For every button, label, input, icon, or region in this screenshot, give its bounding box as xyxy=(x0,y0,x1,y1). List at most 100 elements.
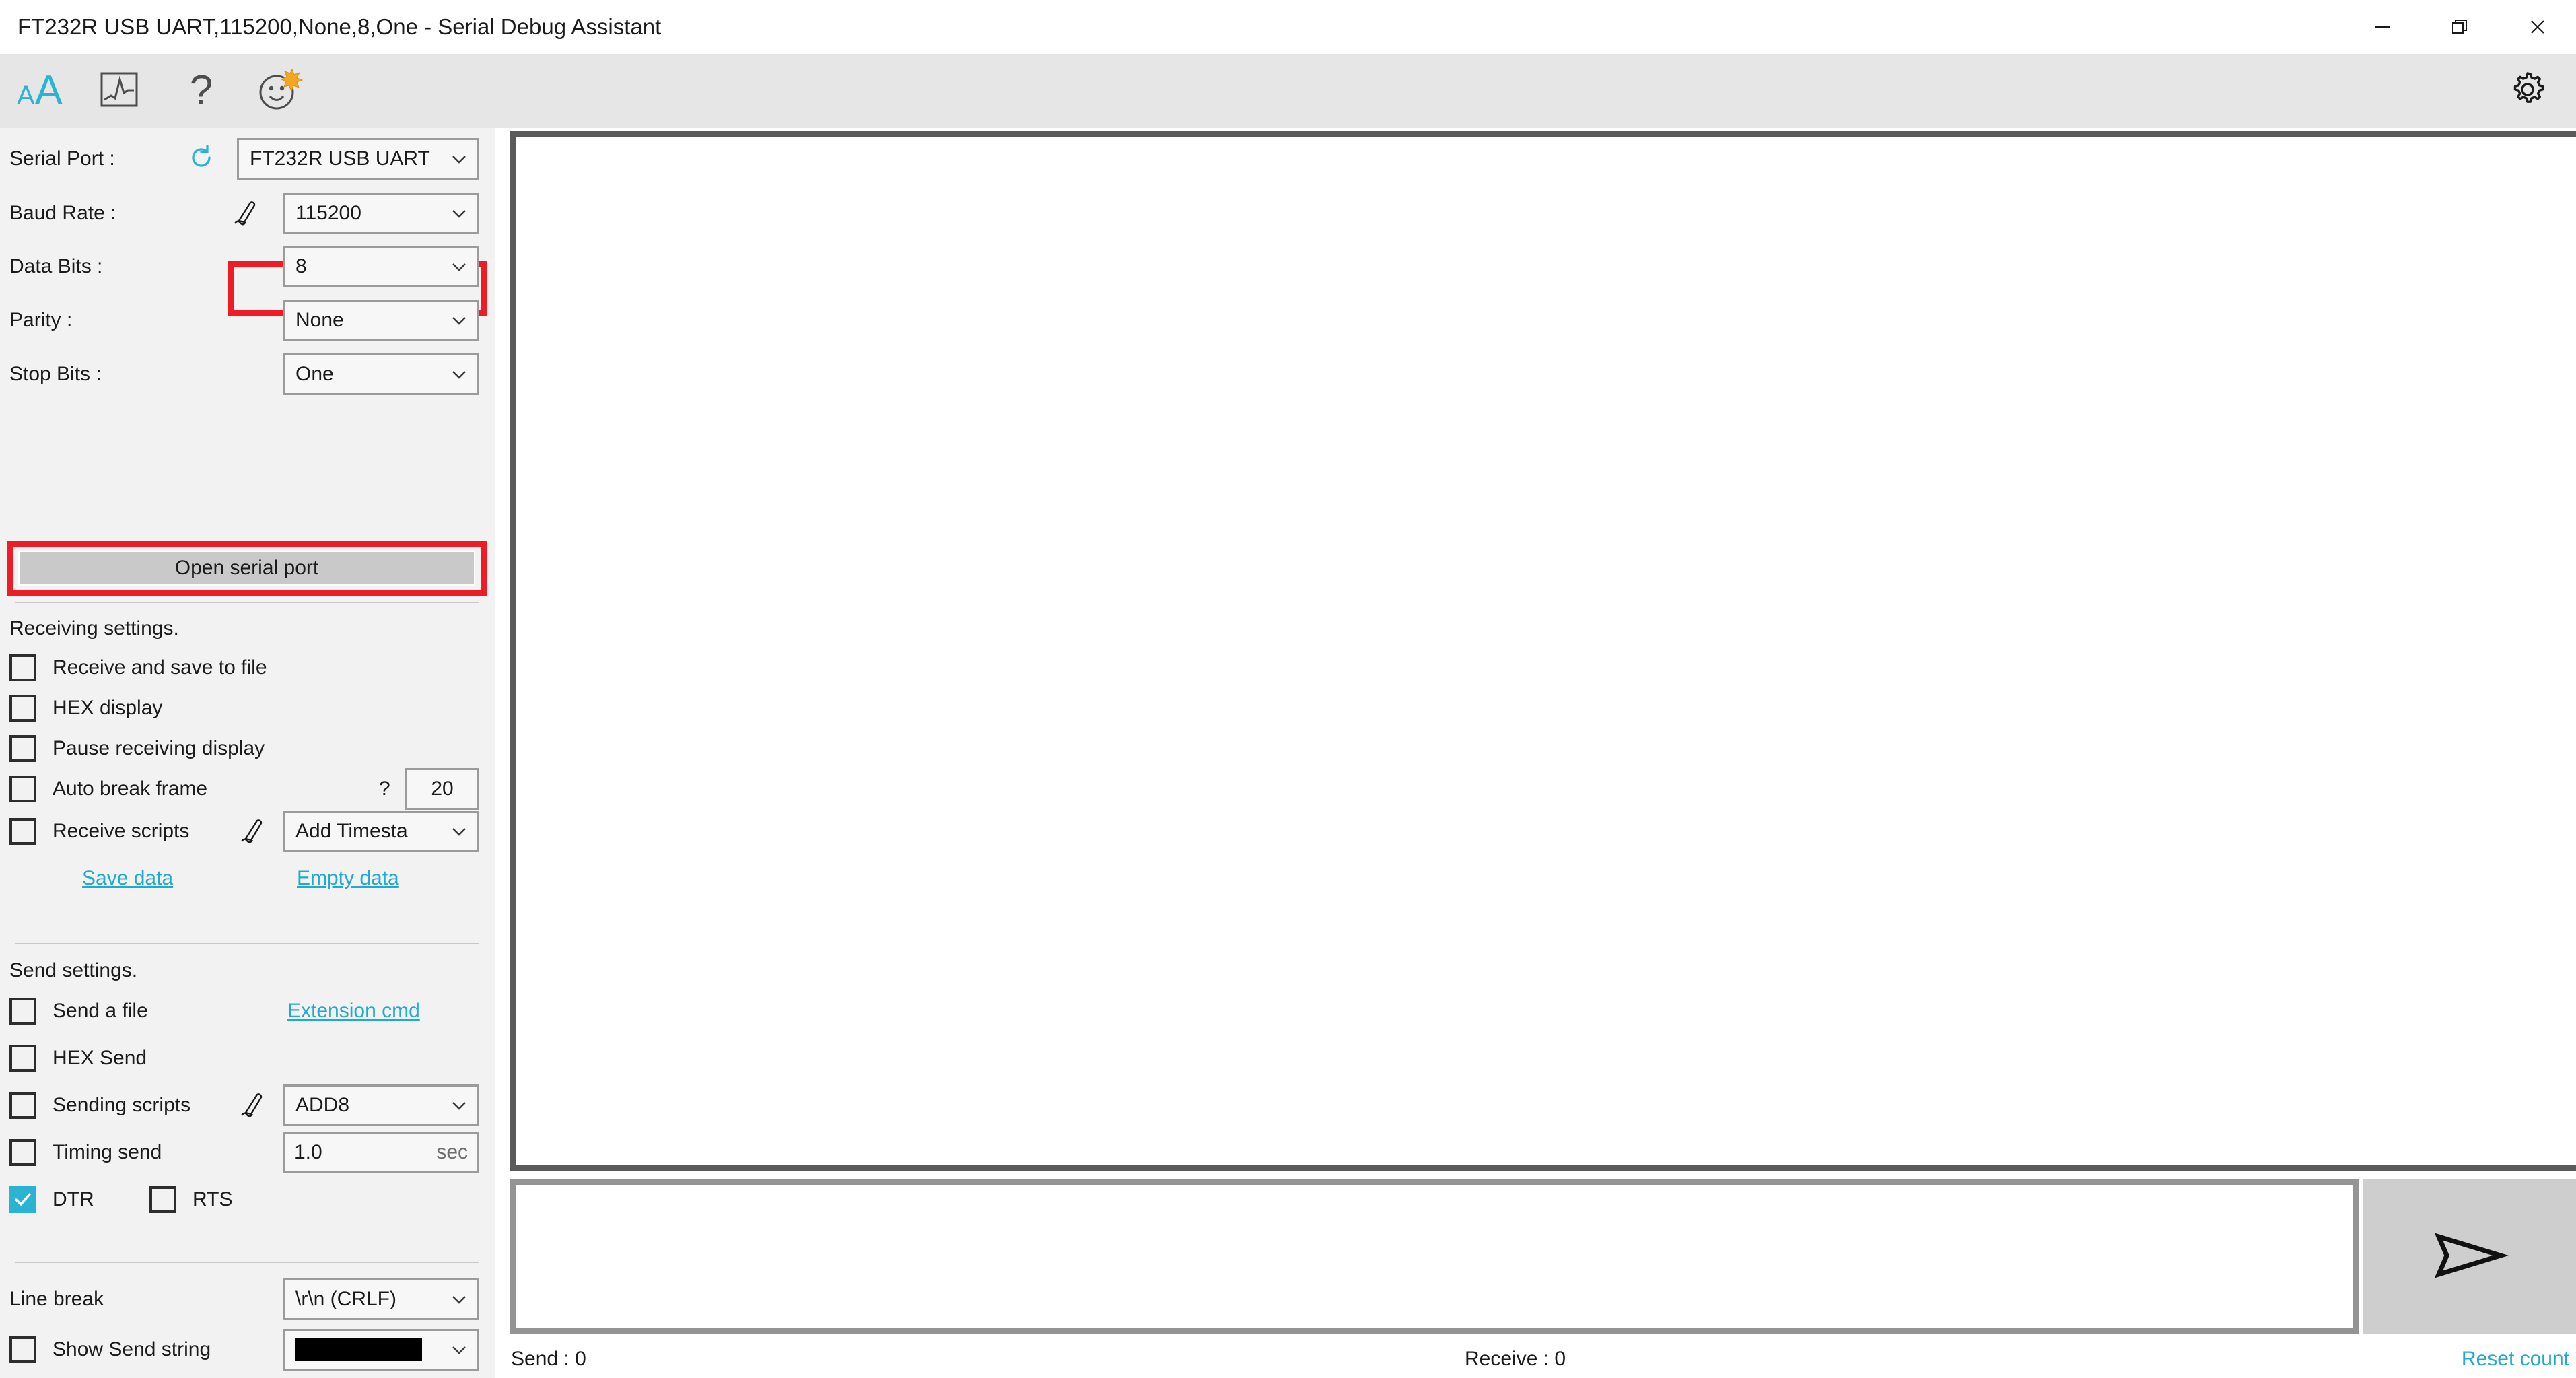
chevron-down-icon xyxy=(448,820,471,843)
chevron-down-icon xyxy=(448,202,471,225)
hex-send-checkbox[interactable] xyxy=(9,1045,36,1072)
baud-script-button[interactable] xyxy=(232,198,258,230)
smiley-button[interactable] xyxy=(239,54,318,128)
flow-control-row: DTR RTS xyxy=(0,1179,495,1220)
window-controls xyxy=(2344,0,2576,54)
empty-data-link[interactable]: Empty data xyxy=(297,867,399,890)
receive-save-to-file-label: Receive and save to file xyxy=(53,656,267,679)
timing-send-input[interactable]: 1.0 sec xyxy=(283,1132,479,1173)
auto-break-frame-input[interactable]: 20 xyxy=(405,768,479,810)
timing-send-row[interactable]: Timing send 1.0 sec xyxy=(0,1132,495,1173)
stop-bits-value: One xyxy=(295,363,334,385)
receive-save-to-file-row[interactable]: Receive and save to file xyxy=(0,648,495,688)
sending-scripts-row[interactable]: Sending scripts ADD8 xyxy=(0,1084,495,1126)
baud-rate-label: Baud Rate : xyxy=(9,202,116,224)
extension-cmd-link[interactable]: Extension cmd xyxy=(287,1000,420,1023)
receive-scripts-select[interactable]: Add Timesta xyxy=(283,811,479,852)
restore-icon xyxy=(2450,17,2470,37)
serial-port-label: Serial Port : xyxy=(9,147,115,170)
title-bar: FT232R USB UART,115200,None,8,One - Seri… xyxy=(0,0,2576,54)
font-size-icon: AA xyxy=(16,67,63,114)
settings-sidebar: Serial Port : FT232R USB UART Baud Rate … xyxy=(0,128,495,1378)
send-a-file-checkbox[interactable] xyxy=(9,998,36,1025)
send-a-file-row[interactable]: Send a file Extension cmd xyxy=(0,991,495,1031)
data-bits-select[interactable]: 8 xyxy=(283,246,479,287)
rts-label: RTS xyxy=(193,1188,233,1210)
send-data-input[interactable] xyxy=(510,1179,2359,1334)
settings-button[interactable] xyxy=(2491,54,2565,128)
dtr-checkbox[interactable] xyxy=(9,1186,36,1213)
divider xyxy=(15,602,479,603)
toolbar: AA ? xyxy=(0,54,2576,128)
receive-scripts-row[interactable]: Receive scripts Add Timesta xyxy=(0,811,495,852)
send-a-file-label: Send a file xyxy=(53,1000,148,1022)
check-icon xyxy=(15,1193,31,1206)
hex-send-row[interactable]: HEX Send xyxy=(0,1038,495,1078)
help-button[interactable]: ? xyxy=(162,54,241,128)
sending-scripts-checkbox[interactable] xyxy=(9,1092,36,1119)
script-pen-icon xyxy=(239,1093,265,1121)
timing-send-label: Timing send xyxy=(53,1141,162,1163)
hex-display-checkbox[interactable] xyxy=(9,695,36,722)
data-bits-row: Data Bits : 8 xyxy=(0,246,495,287)
chevron-down-icon xyxy=(448,1094,471,1117)
receive-data-display[interactable] xyxy=(510,131,2576,1171)
rts-checkbox[interactable] xyxy=(149,1186,176,1213)
refresh-ports-button[interactable] xyxy=(188,144,214,174)
waveform-plot-icon xyxy=(100,70,139,112)
minimize-button[interactable] xyxy=(2344,0,2421,54)
serial-port-row: Serial Port : FT232R USB UART xyxy=(0,138,495,180)
save-data-link[interactable]: Save data xyxy=(82,867,173,890)
pause-receiving-display-checkbox[interactable] xyxy=(9,735,36,762)
show-send-string-row[interactable]: Show Send string xyxy=(0,1329,495,1371)
receive-scripts-value: Add Timesta xyxy=(295,820,408,842)
data-links-row: Save data Empty data xyxy=(0,858,495,899)
pause-receiving-display-row[interactable]: Pause receiving display xyxy=(0,728,495,769)
auto-break-frame-row[interactable]: Auto break frame ? 20 xyxy=(0,768,495,810)
auto-break-frame-label: Auto break frame xyxy=(53,778,208,800)
receive-scripts-edit-button[interactable] xyxy=(239,816,265,848)
chevron-down-icon xyxy=(448,147,471,170)
send-string-color-select[interactable] xyxy=(283,1329,479,1371)
stop-bits-select[interactable]: One xyxy=(283,353,479,395)
chevron-down-icon xyxy=(448,1338,471,1361)
script-pen-icon xyxy=(232,201,258,229)
serial-port-select[interactable]: FT232R USB UART xyxy=(237,138,479,180)
sending-scripts-value: ADD8 xyxy=(295,1094,350,1116)
minimize-icon xyxy=(2373,17,2393,37)
timing-send-checkbox[interactable] xyxy=(9,1139,36,1166)
sending-scripts-edit-button[interactable] xyxy=(239,1090,265,1122)
sending-scripts-select[interactable]: ADD8 xyxy=(283,1084,479,1126)
parity-label: Parity : xyxy=(9,309,73,331)
line-break-select[interactable]: \r\n (CRLF) xyxy=(283,1278,479,1320)
color-swatch xyxy=(295,1338,422,1361)
font-size-button[interactable]: AA xyxy=(0,54,79,128)
chevron-down-icon xyxy=(448,1288,471,1311)
timing-send-unit: sec xyxy=(436,1141,468,1163)
show-send-string-checkbox[interactable] xyxy=(9,1336,36,1363)
receive-save-to-file-checkbox[interactable] xyxy=(9,654,36,681)
auto-break-frame-checkbox[interactable] xyxy=(9,776,36,802)
send-settings-title-row: Send settings. xyxy=(0,951,495,991)
baud-rate-select[interactable]: 115200 xyxy=(283,193,479,234)
receive-scripts-checkbox[interactable] xyxy=(9,818,36,845)
dtr-label: DTR xyxy=(53,1188,94,1210)
waveform-plot-button[interactable] xyxy=(79,54,159,128)
send-count-label: Send : 0 xyxy=(511,1348,586,1370)
send-settings-title: Send settings. xyxy=(9,959,138,981)
receive-count-label: Receive : 0 xyxy=(1465,1348,1566,1370)
receiving-settings-title: Receiving settings. xyxy=(9,617,179,640)
parity-select[interactable]: None xyxy=(283,300,479,341)
restore-button[interactable] xyxy=(2421,0,2499,54)
close-button[interactable] xyxy=(2499,0,2576,54)
send-button[interactable] xyxy=(2363,1179,2576,1334)
baud-rate-value: 115200 xyxy=(295,202,361,224)
receiving-settings-title-row: Receiving settings. xyxy=(0,609,495,649)
parity-row: Parity : None xyxy=(0,300,495,341)
reset-count-link[interactable]: Reset count xyxy=(2462,1348,2569,1371)
auto-break-frame-help-icon[interactable]: ? xyxy=(379,778,390,800)
window-title: FT232R USB UART,115200,None,8,One - Seri… xyxy=(18,14,662,39)
hex-display-row[interactable]: HEX display xyxy=(0,688,495,728)
sending-scripts-label: Sending scripts xyxy=(53,1094,191,1116)
line-break-label: Line break xyxy=(9,1288,104,1310)
